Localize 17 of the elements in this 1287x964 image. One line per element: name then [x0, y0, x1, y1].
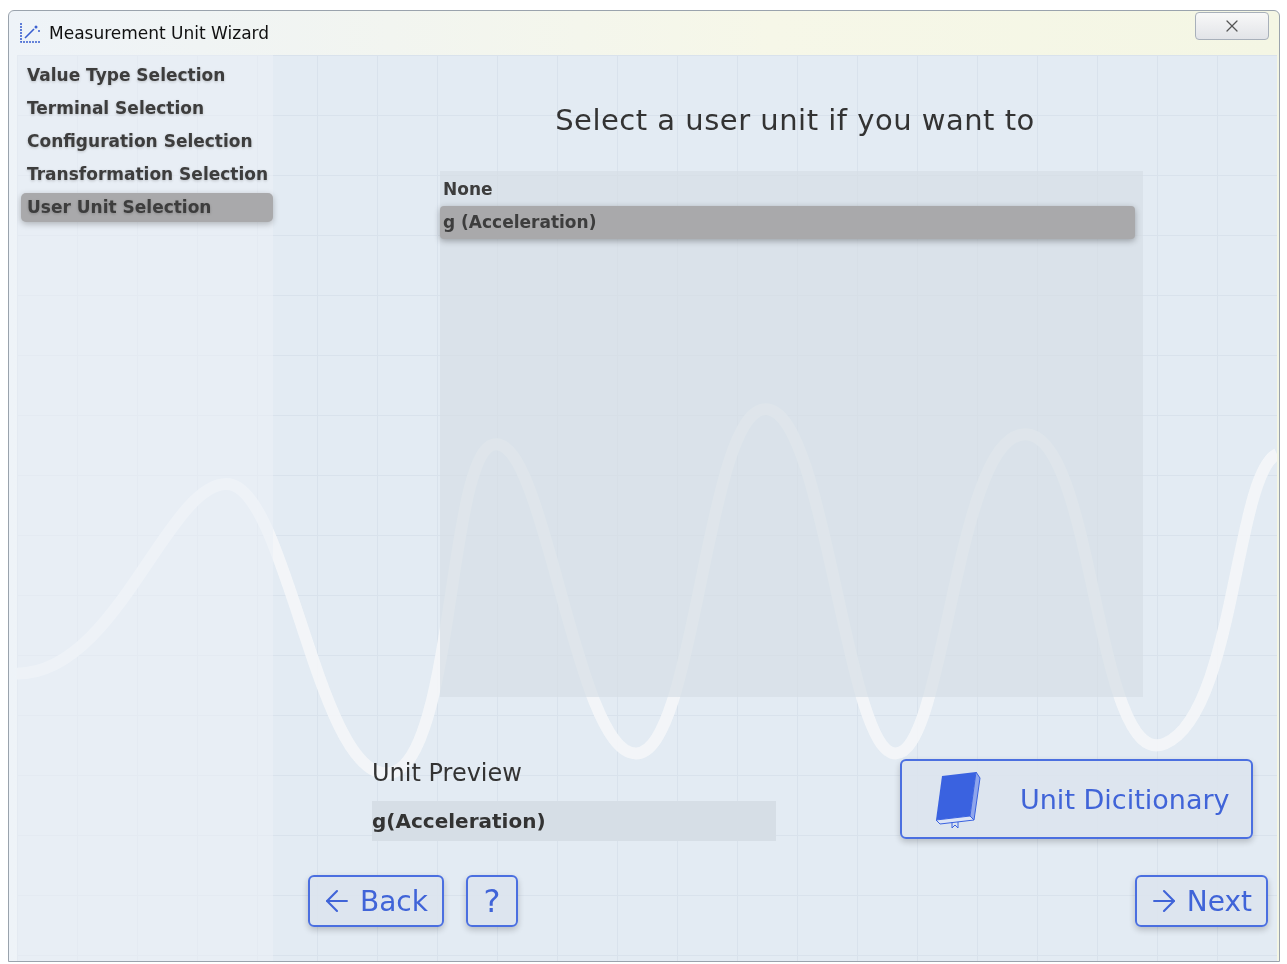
help-button[interactable]: ?	[466, 875, 518, 927]
wizard-step[interactable]: Value Type Selection	[21, 61, 273, 90]
next-button[interactable]: Next	[1134, 875, 1268, 927]
unit-item[interactable]: None	[440, 173, 1135, 206]
preview-label: Unit Preview	[372, 759, 523, 787]
unit-item[interactable]: g (Acceleration)	[440, 206, 1135, 239]
back-button[interactable]: Back	[308, 875, 444, 927]
close-button[interactable]	[1195, 12, 1269, 40]
dictionary-button[interactable]: Unit Dicitionary	[900, 759, 1253, 839]
wizard-step[interactable]: Transformation Selection	[21, 160, 273, 189]
preview-field: g(Acceleration)	[372, 801, 776, 841]
chart-wand-icon	[19, 22, 41, 44]
wizard-step[interactable]: Configuration Selection	[21, 127, 273, 156]
wizard-step[interactable]: User Unit Selection	[21, 193, 273, 222]
window-title: Measurement Unit Wizard	[49, 23, 270, 43]
wizard-step[interactable]: Terminal Selection	[21, 94, 273, 123]
page-heading: Select a user unit if you want to	[554, 103, 1036, 137]
